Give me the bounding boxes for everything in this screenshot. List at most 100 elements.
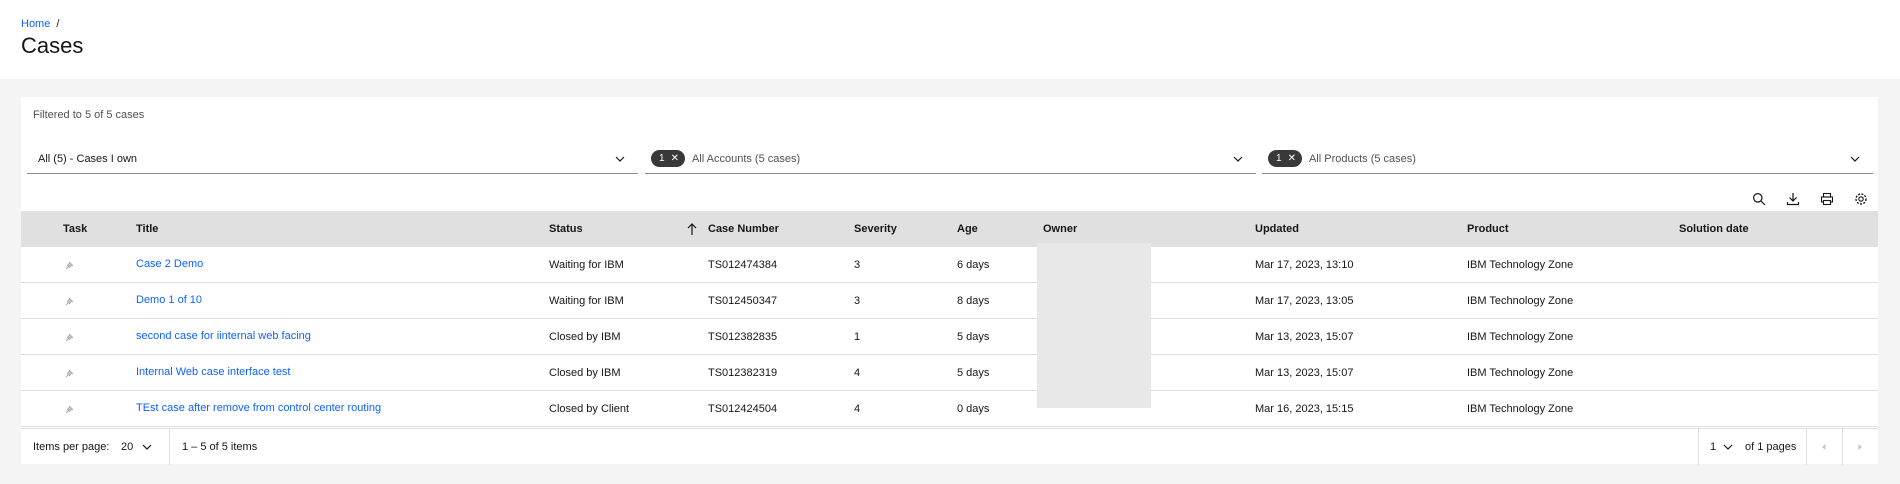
page-title: Cases: [21, 33, 84, 58]
case-age: 5 days: [957, 331, 990, 343]
case-number: TS012382319: [708, 367, 778, 379]
task-pin-icon[interactable]: [63, 368, 75, 380]
breadcrumb-separator: /: [56, 18, 60, 30]
download-icon: [1786, 193, 1800, 206]
column-header-title[interactable]: Title: [136, 211, 158, 247]
accounts-selected-tag[interactable]: 1 ✕: [651, 150, 685, 167]
task-pin-icon[interactable]: [63, 260, 75, 272]
case-severity: 3: [854, 295, 861, 307]
case-product: IBM Technology Zone: [1467, 403, 1574, 415]
clear-selection-icon[interactable]: ✕: [1288, 153, 1296, 164]
case-title-link[interactable]: Demo 1 of 10: [136, 283, 202, 319]
table-row: TEst case after remove from control cent…: [21, 391, 1878, 427]
case-title-link[interactable]: TEst case after remove from control cent…: [136, 391, 381, 427]
cases-table: Task Title Status Case Number Severity A…: [21, 211, 1878, 427]
case-age: 6 days: [957, 259, 990, 271]
column-header-case-number[interactable]: Case Number: [708, 211, 779, 247]
accounts-tag-count: 1: [659, 153, 665, 164]
case-updated: Mar 13, 2023, 15:07: [1255, 331, 1354, 343]
caret-left-icon: [1822, 444, 1826, 450]
cases-table-card: Filtered to 5 of 5 cases All (5) - Cases…: [21, 97, 1878, 465]
column-header-status[interactable]: Status: [549, 211, 583, 247]
breadcrumb-home-link[interactable]: Home: [21, 18, 50, 30]
pagination-bar: Items per page: 20 1 – 5 of 5 items 1 of…: [21, 428, 1878, 465]
total-pages-label: of 1 pages: [1745, 441, 1797, 453]
case-title-link[interactable]: Case 2 Demo: [136, 247, 203, 283]
print-button[interactable]: [1810, 184, 1844, 214]
column-header-severity[interactable]: Severity: [854, 211, 897, 247]
sort-ascending-icon[interactable]: [686, 222, 698, 236]
case-updated: Mar 13, 2023, 15:07: [1255, 367, 1354, 379]
table-row: Case 2 Demo Waiting for IBM TS012474384 …: [21, 247, 1878, 283]
case-product: IBM Technology Zone: [1467, 331, 1574, 343]
case-title-link[interactable]: Internal Web case interface test: [136, 355, 291, 391]
column-header-updated[interactable]: Updated: [1255, 211, 1299, 247]
clear-selection-icon[interactable]: ✕: [671, 153, 679, 164]
case-status: Waiting for IBM: [549, 295, 624, 307]
case-age: 5 days: [957, 367, 990, 379]
case-severity: 3: [854, 259, 861, 271]
items-per-page-select[interactable]: 20: [121, 429, 153, 465]
accounts-dropdown[interactable]: 1 ✕ All Accounts (5 cases): [645, 144, 1256, 174]
case-scope-value: All (5) - Cases I own: [38, 152, 138, 165]
case-severity: 4: [854, 367, 861, 379]
breadcrumb: Home /: [21, 18, 59, 30]
column-header-owner[interactable]: Owner: [1043, 211, 1077, 247]
pagination-divider: [169, 429, 170, 465]
case-number: TS012474384: [708, 259, 778, 271]
settings-button[interactable]: [1844, 184, 1878, 214]
case-severity: 1: [854, 331, 861, 343]
products-selected-tag[interactable]: 1 ✕: [1268, 150, 1302, 167]
task-pin-icon[interactable]: [63, 332, 75, 344]
filter-summary: Filtered to 5 of 5 cases: [33, 109, 145, 121]
download-button[interactable]: [1776, 184, 1810, 214]
accounts-dropdown-label: All Accounts (5 cases): [691, 152, 801, 165]
task-pin-icon[interactable]: [63, 296, 75, 308]
case-product: IBM Technology Zone: [1467, 367, 1574, 379]
page-number-select[interactable]: 1: [1710, 429, 1734, 465]
caret-right-icon: [1858, 444, 1862, 450]
case-updated: Mar 17, 2023, 13:10: [1255, 259, 1354, 271]
case-age: 8 days: [957, 295, 990, 307]
case-scope-dropdown[interactable]: All (5) - Cases I own: [27, 144, 638, 174]
products-dropdown-label: All Products (5 cases): [1308, 152, 1416, 165]
case-status: Closed by IBM: [549, 331, 621, 343]
next-page-button[interactable]: [1842, 429, 1878, 465]
chevron-down-icon: [1233, 156, 1243, 162]
column-header-task: Task: [63, 223, 88, 235]
case-status: Closed by Client: [549, 403, 630, 415]
chevron-down-icon: [142, 444, 152, 450]
search-button[interactable]: [1742, 184, 1776, 214]
table-row: Internal Web case interface test Closed …: [21, 355, 1878, 391]
previous-page-button[interactable]: [1806, 429, 1842, 465]
case-product: IBM Technology Zone: [1467, 295, 1574, 307]
table-row: second case for iinternal web facing Clo…: [21, 319, 1878, 355]
table-toolbar: [1742, 184, 1878, 214]
owner-redacted-block: [1037, 243, 1151, 408]
current-page-value: 1: [1710, 441, 1717, 453]
page-header: Home / Cases: [0, 0, 1900, 79]
case-severity: 4: [854, 403, 861, 415]
case-updated: Mar 17, 2023, 13:05: [1255, 295, 1354, 307]
table-row: Demo 1 of 10 Waiting for IBM TS012450347…: [21, 283, 1878, 319]
products-dropdown[interactable]: 1 ✕ All Products (5 cases): [1262, 144, 1873, 174]
settings-icon: [1855, 193, 1867, 205]
case-number: TS012424504: [708, 403, 778, 415]
case-title-link[interactable]: second case for iinternal web facing: [136, 319, 311, 355]
chevron-down-icon: [1723, 444, 1733, 450]
search-icon: [1753, 193, 1766, 206]
chevron-down-icon: [1850, 156, 1860, 162]
items-per-page-value: 20: [121, 441, 134, 453]
case-status: Waiting for IBM: [549, 259, 624, 271]
column-header-solution-date[interactable]: Solution date: [1679, 211, 1749, 247]
task-pin-icon[interactable]: [63, 404, 75, 416]
products-tag-count: 1: [1276, 153, 1282, 164]
case-updated: Mar 16, 2023, 15:15: [1255, 403, 1354, 415]
print-icon: [1820, 192, 1834, 206]
case-status: Closed by IBM: [549, 367, 621, 379]
column-header-product[interactable]: Product: [1467, 211, 1509, 247]
items-range: 1 – 5 of 5 items: [182, 441, 258, 453]
case-age: 0 days: [957, 403, 990, 415]
column-header-age[interactable]: Age: [957, 211, 978, 247]
case-number: TS012450347: [708, 295, 778, 307]
